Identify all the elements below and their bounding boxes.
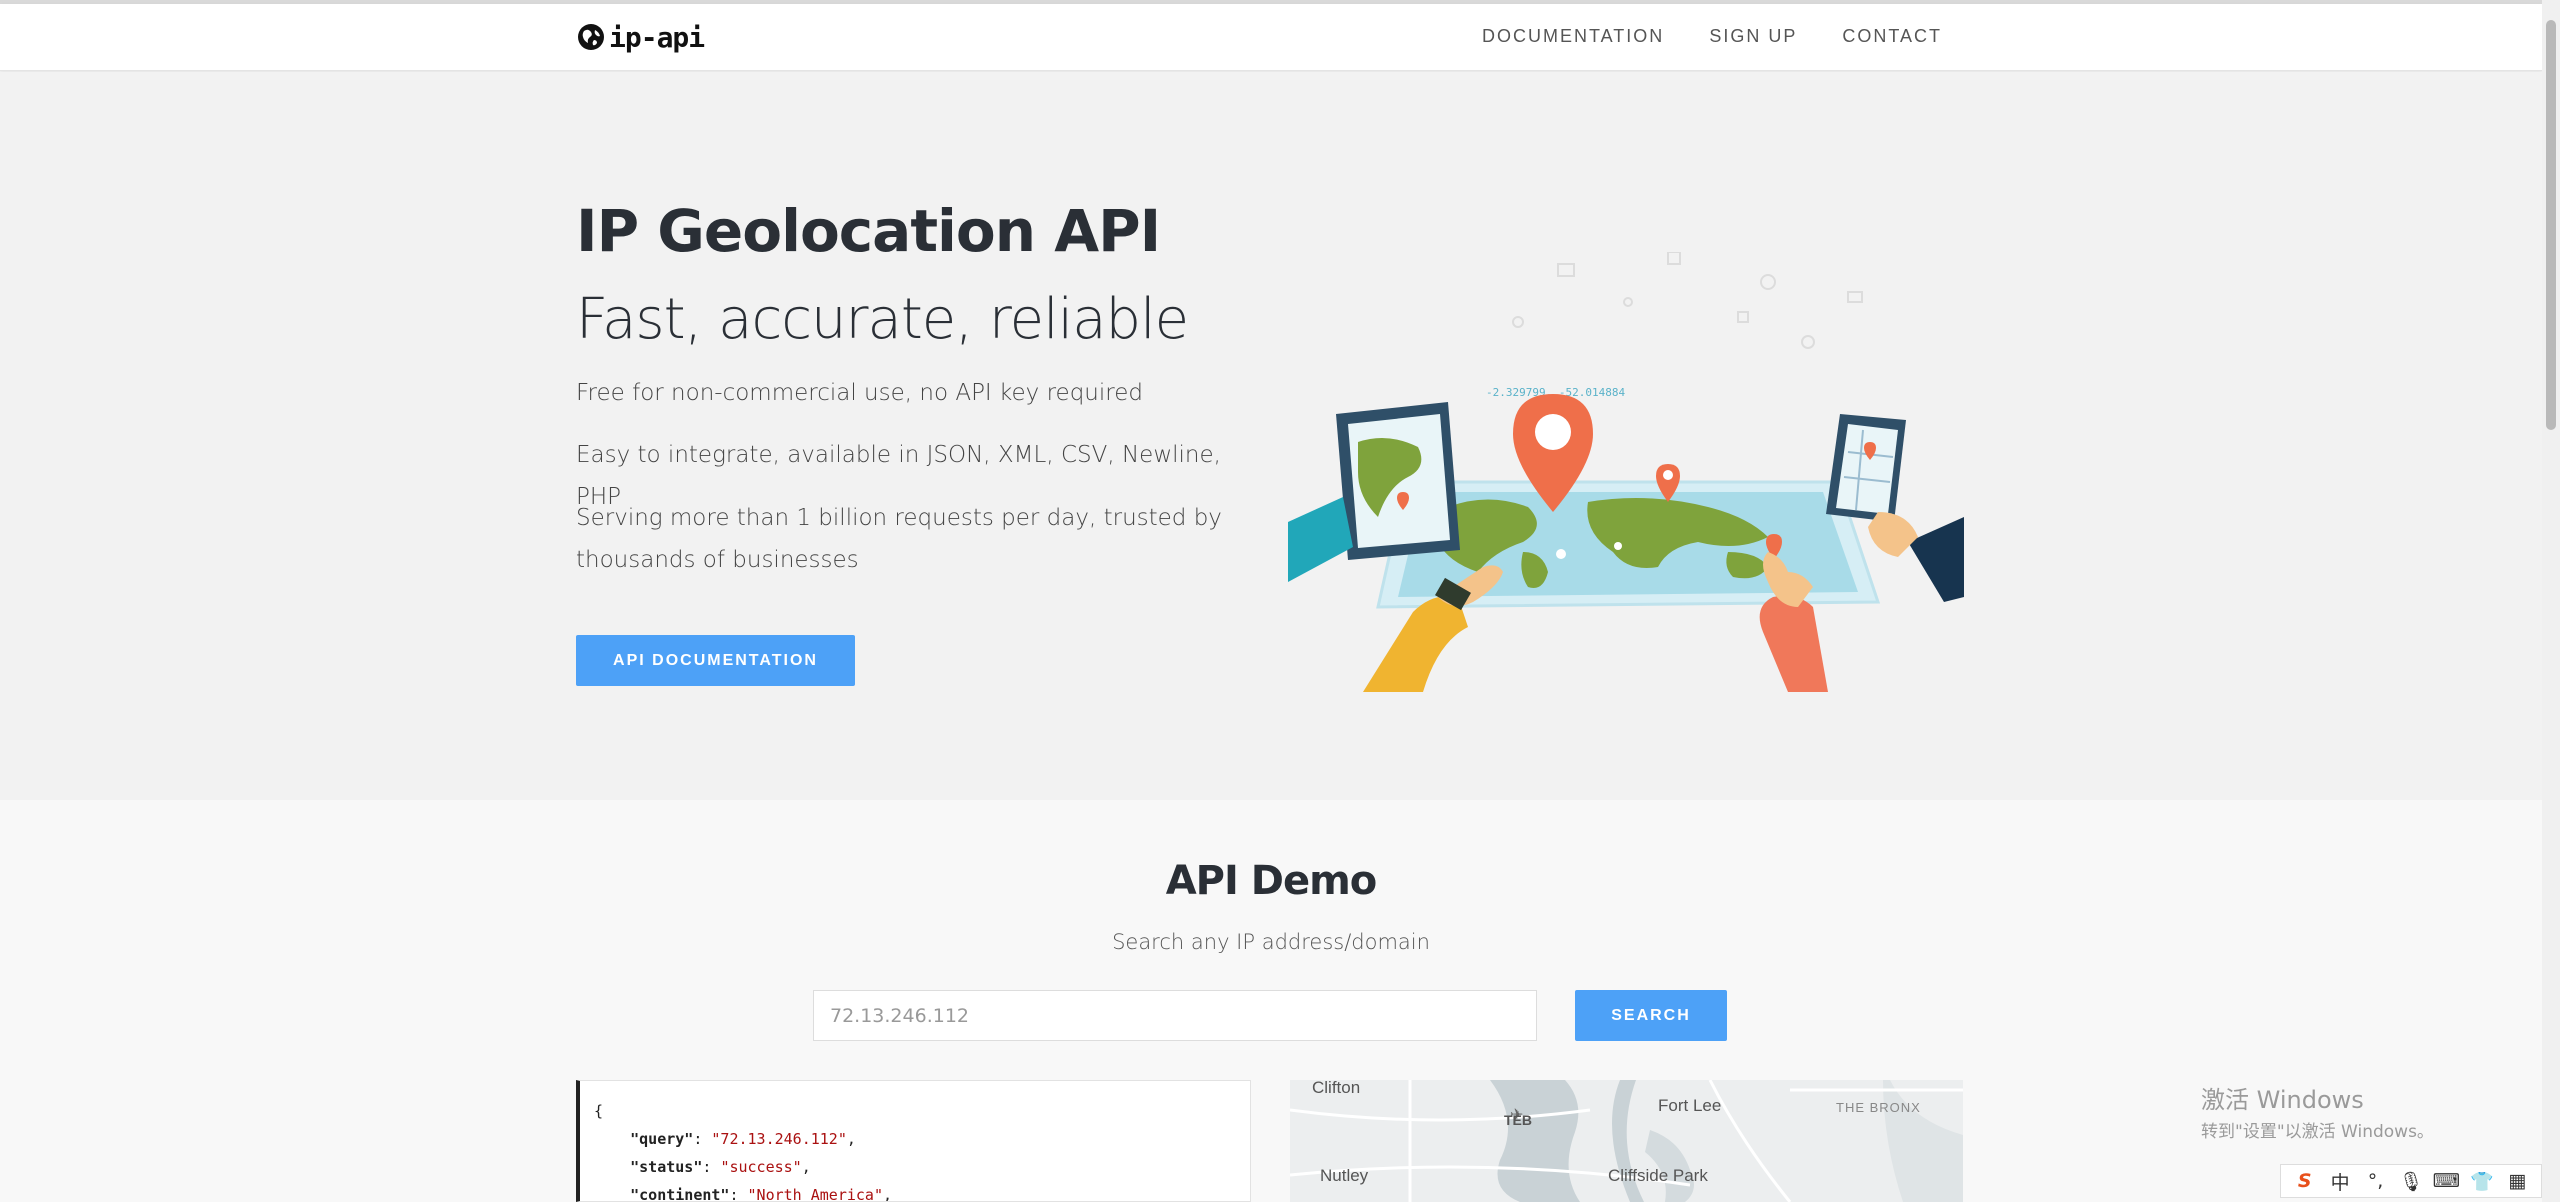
brand-name: ip-api: [609, 20, 705, 54]
brand-logo[interactable]: ip-api: [576, 20, 705, 54]
ip-search-input[interactable]: [813, 990, 1537, 1041]
microphone-icon[interactable]: 🎙: [2397, 1170, 2425, 1193]
api-demo-section: API Demo Search any IP address/domain SE…: [0, 800, 2542, 1202]
json-response-panel: { "query": "72.13.246.112", "status": "s…: [576, 1080, 1251, 1202]
map-label-nutley: Nutley: [1320, 1166, 1369, 1185]
globe-icon: [578, 24, 604, 50]
hero-subtitle: Fast, accurate, reliable: [576, 287, 1189, 352]
location-map[interactable]: ✈ Clifton TEB Fort Lee THE BRONX Nutley …: [1290, 1080, 1963, 1202]
nav-contact[interactable]: CONTACT: [1842, 26, 1942, 47]
demo-subtitle: Search any IP address/domain: [1112, 930, 1430, 954]
hero-title: IP Geolocation API: [576, 197, 1161, 265]
json-line: "continent": "North America",: [630, 1186, 893, 1202]
skin-icon[interactable]: 👕: [2468, 1170, 2496, 1193]
map-label-clifton: Clifton: [1312, 1080, 1361, 1097]
main-nav: DOCUMENTATION SIGN UP CONTACT: [1482, 26, 1942, 47]
top-navbar: ip-api DOCUMENTATION SIGN UP CONTACT: [0, 4, 2542, 71]
map-label-teb: TEB: [1504, 1112, 1532, 1128]
sogou-logo-icon[interactable]: S: [2291, 1170, 2319, 1192]
ime-punctuation-icon[interactable]: °,: [2362, 1170, 2390, 1192]
hero-feature-1: Free for non-commercial use, no API key …: [576, 380, 1143, 406]
toolbox-grid-icon[interactable]: ▦: [2503, 1170, 2531, 1192]
windows-activation-watermark: 激活 Windows 转到"设置"以激活 Windows。: [2201, 1080, 2434, 1142]
api-documentation-button[interactable]: API DOCUMENTATION: [576, 635, 855, 686]
json-line: "status": "success",: [630, 1158, 811, 1176]
world-map-illustration: -2.329799, -52.014884: [1288, 252, 1964, 692]
ime-language-toggle[interactable]: 中: [2326, 1168, 2354, 1195]
json-line: "query": "72.13.246.112",: [630, 1130, 856, 1148]
page-scrollbar[interactable]: [2542, 0, 2560, 1202]
watermark-subtitle: 转到"设置"以激活 Windows。: [2201, 1122, 2434, 1142]
nav-documentation[interactable]: DOCUMENTATION: [1482, 26, 1664, 47]
map-label-bronx: THE BRONX: [1836, 1100, 1921, 1115]
json-open-brace: {: [594, 1102, 604, 1120]
demo-title: API Demo: [1165, 858, 1378, 904]
map-label-fort-lee: Fort Lee: [1658, 1096, 1722, 1115]
hero-section: IP Geolocation API Fast, accurate, relia…: [0, 72, 2542, 800]
keyboard-icon[interactable]: ⌨: [2432, 1170, 2460, 1192]
hero-feature-3: Serving more than 1 billion requests per…: [576, 505, 1222, 573]
nav-sign-up[interactable]: SIGN UP: [1709, 26, 1797, 47]
scrollbar-thumb[interactable]: [2546, 20, 2556, 430]
watermark-title: 激活 Windows: [2201, 1086, 2364, 1114]
ime-toolbar: S 中 °, 🎙 ⌨ 👕 ▦: [2280, 1164, 2542, 1198]
map-label-cliffside-park: Cliffside Park: [1608, 1166, 1708, 1185]
search-button[interactable]: SEARCH: [1575, 990, 1727, 1041]
